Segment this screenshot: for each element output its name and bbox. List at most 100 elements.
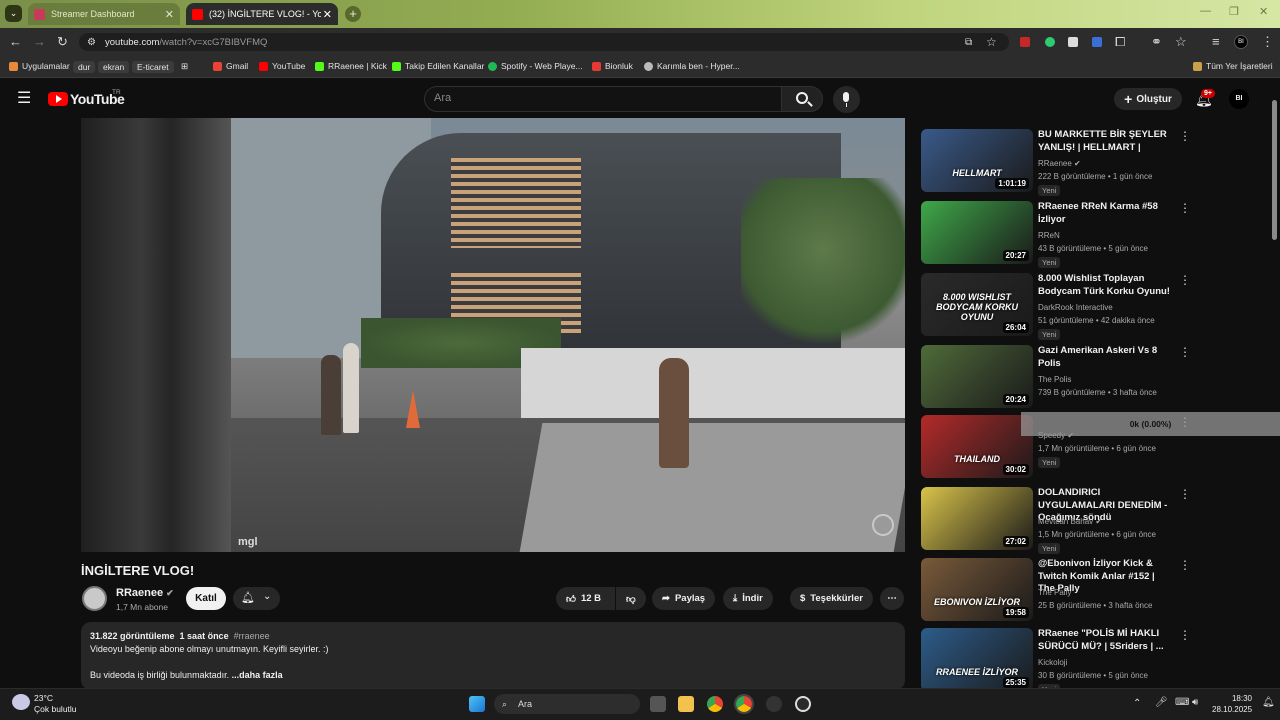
recommendation-channel[interactable]: Kickoloji xyxy=(1038,658,1067,667)
recommendation-thumbnail[interactable]: EBONIVON İZLİYOR 19:58 xyxy=(921,558,1033,621)
search-button[interactable] xyxy=(781,86,823,112)
dislike-button[interactable]: 👎︎ xyxy=(616,587,646,610)
recommendation-title[interactable]: Gazi Amerikan Askeri Vs 8 Polis xyxy=(1038,345,1173,370)
bookmark-youtube[interactable]: YouTube xyxy=(259,61,305,71)
youtube-logo-icon[interactable] xyxy=(48,92,68,106)
recommendation-thumbnail[interactable]: 27:02 xyxy=(921,487,1033,550)
chrome-icon[interactable] xyxy=(707,696,723,712)
channel-watermark-icon[interactable] xyxy=(872,514,894,536)
recommendation-item[interactable]: EBONIVON İZLİYOR 19:58 @Ebonivon İzliyor K… xyxy=(921,558,1191,622)
create-button[interactable]: + Oluştur xyxy=(1114,88,1182,110)
thanks-button[interactable]: $ Teşekkürler xyxy=(790,587,873,610)
more-options-icon[interactable]: ⋮ xyxy=(1179,629,1191,641)
minimize-icon[interactable]: — xyxy=(1200,5,1211,17)
recommendation-item[interactable]: 8.000 WISHLIST BODYCAM KORKU OYUNU 26:04 8… xyxy=(921,273,1191,340)
restore-icon[interactable]: ❐ xyxy=(1229,5,1239,18)
bookmark-other[interactable]: Tüm Yer İşaretleri xyxy=(1193,61,1273,71)
bookmark-kick-following[interactable]: Takip Edilen Kanallar xyxy=(392,61,484,71)
more-options-icon[interactable]: ⋮ xyxy=(1179,130,1191,142)
description-box[interactable]: 31.822 görüntüleme 1 saat önce #rraenee … xyxy=(81,622,905,690)
bookmark-gmail[interactable]: Gmail xyxy=(213,61,248,71)
more-options-icon[interactable]: ⋮ xyxy=(1179,488,1191,500)
recommendation-title[interactable]: BU MARKETTE BİR ŞEYLER YANLIŞ! | HELLMAR… xyxy=(1038,129,1173,154)
account-avatar[interactable]: BI xyxy=(1229,89,1249,109)
bookmark-folder[interactable]: E-ticaret xyxy=(132,61,174,73)
reload-icon[interactable]: ↻ xyxy=(57,35,68,49)
taskbar-clock[interactable]: 18:30 28.10.2025 xyxy=(1212,693,1252,715)
extension-icon[interactable] xyxy=(1045,37,1055,47)
bookmark-folder[interactable]: ekran xyxy=(98,61,130,73)
link-icon[interactable]: ⚭ xyxy=(1151,35,1162,49)
recommendation-channel[interactable]: Mevtcan Bahav ✔ xyxy=(1038,517,1102,526)
close-tab-icon[interactable]: ✕ xyxy=(165,8,174,21)
start-icon[interactable] xyxy=(469,696,485,712)
recommendation-channel[interactable]: DarkRook Interactive xyxy=(1038,303,1113,312)
recommendation-item[interactable]: RRAENEE İZLİYOR 25:35 RRaenee "POLİS Mİ HA… xyxy=(921,628,1191,695)
channel-name[interactable]: RRaenee ✔ xyxy=(116,587,174,599)
bookmark-folder[interactable]: dur xyxy=(73,61,96,73)
new-tab-button[interactable]: + xyxy=(345,6,361,22)
more-options-icon[interactable]: ⋮ xyxy=(1179,274,1191,286)
more-options-icon[interactable]: ⋮ xyxy=(1179,346,1191,358)
search-input[interactable] xyxy=(424,86,782,112)
tab-youtube-video[interactable]: (32) İNGİLTERE VLOG! - YouTube ✕ xyxy=(186,3,338,25)
bookmark-star-icon[interactable]: ☆ xyxy=(986,35,997,49)
scrollbar[interactable] xyxy=(1272,100,1277,240)
recommendation-thumbnail[interactable]: RRAENEE İZLİYOR 25:35 xyxy=(921,628,1033,691)
extension-icon[interactable] xyxy=(1068,37,1078,47)
bookmark-spotify[interactable]: Spotify - Web Playe... xyxy=(488,61,583,71)
volume-icon[interactable]: 🔊︎ xyxy=(1192,697,1198,708)
weather-widget[interactable]: 23°C Çok bulutlu xyxy=(34,693,77,715)
task-view-icon[interactable] xyxy=(650,696,666,712)
recommendation-thumbnail[interactable]: HELLMART 1:01:19 xyxy=(921,129,1033,192)
extension-icon[interactable] xyxy=(1020,37,1030,47)
tray-expand-icon[interactable]: ⌃ xyxy=(1133,698,1141,709)
install-app-icon[interactable]: ⧉ xyxy=(965,36,972,50)
back-icon[interactable]: ← xyxy=(9,35,22,49)
apps-grid-icon[interactable]: ⊞ xyxy=(181,61,188,72)
recommendation-item[interactable]: 20:24 Gazi Amerikan Askeri Vs 8 Polis The … xyxy=(921,345,1191,409)
network-icon[interactable]: ⌨ xyxy=(1175,697,1189,708)
more-actions-button[interactable]: ⋯ xyxy=(880,587,904,610)
recommendation-thumbnail[interactable]: 20:24 xyxy=(921,345,1033,408)
hashtag-link[interactable]: #rraenee xyxy=(234,631,270,641)
taskbar-search[interactable]: ⌕ Ara xyxy=(494,694,640,714)
recommendation-channel[interactable]: RRaenee ✔ xyxy=(1038,159,1081,168)
join-button[interactable]: Katıl xyxy=(186,587,226,610)
recommendation-title[interactable]: 8.000 Wishlist Toplayan Bodycam Türk Kor… xyxy=(1038,273,1173,298)
app-icon[interactable] xyxy=(795,696,811,712)
translate-icon[interactable] xyxy=(1092,37,1102,47)
bookmark-hyper[interactable]: Karımla ben - Hyper... xyxy=(644,61,740,71)
hamburger-menu-icon[interactable]: ☰ xyxy=(17,91,31,107)
forward-icon[interactable]: → xyxy=(33,35,46,49)
recommendation-title[interactable]: RRaenee "POLİS Mİ HAKLI SÜRÜCÜ MÜ? | 5Sr… xyxy=(1038,628,1173,653)
chrome-active-icon[interactable] xyxy=(734,694,754,714)
channel-avatar[interactable] xyxy=(82,586,107,611)
recommendation-item[interactable]: HELLMART 1:01:19 BU MARKETTE BİR ŞEYLER YA… xyxy=(921,129,1191,196)
recommendation-thumbnail[interactable]: 20:27 xyxy=(921,201,1033,264)
file-explorer-icon[interactable] xyxy=(678,696,694,712)
more-options-icon[interactable]: ⋮ xyxy=(1179,559,1191,571)
site-info-icon[interactable]: ⚙ xyxy=(87,36,96,50)
profile-avatar[interactable]: BI xyxy=(1234,35,1248,49)
download-button[interactable]: ⤓ İndir xyxy=(723,587,773,610)
recommendation-channel[interactable]: The Pally xyxy=(1038,588,1071,597)
extensions-puzzle-icon[interactable]: ⧠ xyxy=(1115,35,1125,49)
subscribed-bell-button[interactable]: 🔔︎ ⌄ xyxy=(233,587,280,610)
bookmark-bionluk[interactable]: Bionluk xyxy=(592,61,633,71)
url-text[interactable]: youtube.com/watch?v=xcG7BIBVFMQ xyxy=(105,37,267,48)
media-icon[interactable]: ≡ xyxy=(1212,35,1220,49)
recommendation-channel[interactable]: RReN xyxy=(1038,231,1060,240)
tab-streamer-dashboard[interactable]: Streamer Dashboard ✕ xyxy=(28,3,180,25)
share-button[interactable]: ➦ Paylaş xyxy=(652,587,716,610)
recommendation-thumbnail[interactable]: THAILAND 30:02 xyxy=(921,415,1033,478)
pin-icon[interactable]: ☆ xyxy=(1175,35,1187,49)
recommendation-title[interactable]: RRaenee RReN Karma #58 İzliyor xyxy=(1038,201,1173,226)
close-window-icon[interactable]: ✕ xyxy=(1259,5,1268,18)
mic-tray-icon[interactable]: 🎤︎ xyxy=(1155,697,1168,708)
recommendation-item[interactable]: 27:02 DOLANDIRICI UYGULAMALARI DENEDİM - … xyxy=(921,487,1191,554)
close-tab-icon[interactable]: ✕ xyxy=(323,8,332,21)
obs-icon[interactable] xyxy=(766,696,782,712)
bookmark-kick[interactable]: RRaenee | Kick xyxy=(315,61,387,71)
show-more-link[interactable]: ...daha fazla xyxy=(232,670,283,680)
